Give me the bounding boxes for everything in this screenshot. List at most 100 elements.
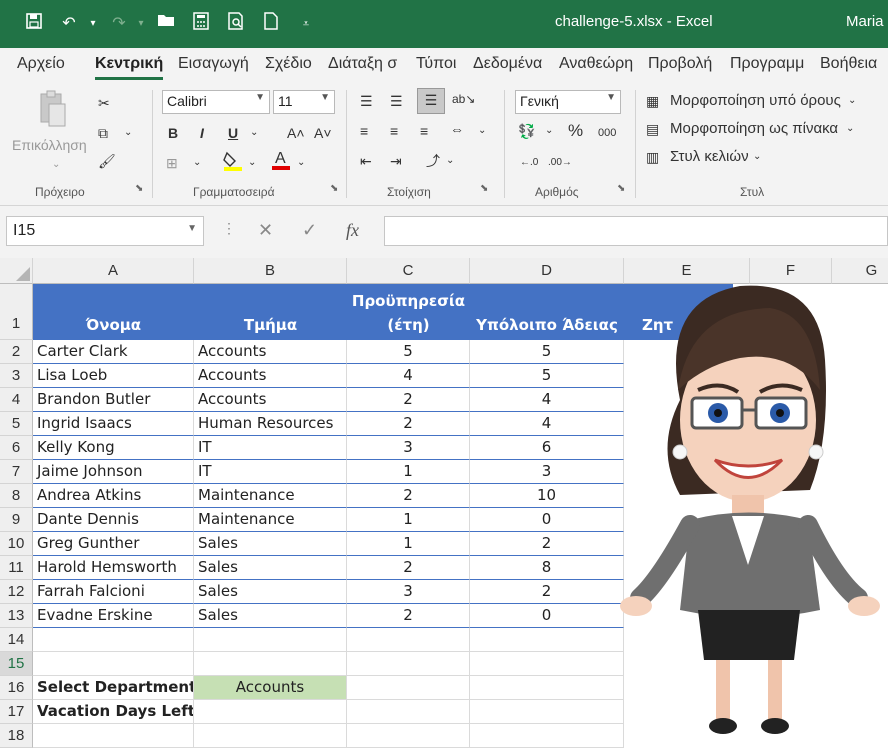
format-as-table-button[interactable]: Μορφοποίηση ως πίνακα [670,118,838,140]
worksheet-grid[interactable]: A B C D E F G 1 2 3 4 5 6 7 8 9 10 11 12… [0,258,888,748]
save-icon[interactable] [23,12,45,36]
table-cell-name[interactable]: Dante Dennis [33,508,194,532]
tab-page-layout[interactable]: Διάταξη σ [328,55,397,73]
name-box[interactable]: I15 ▼ [6,216,204,246]
cell[interactable] [33,628,194,652]
chevron-down-icon[interactable]: ⌄ [848,90,856,112]
orientation-dropdown-icon[interactable]: ⌄ [446,150,454,172]
tab-view[interactable]: Προβολή [648,55,712,73]
insert-function-icon[interactable]: fx [346,220,359,241]
font-launcher-icon[interactable]: ⬊ [330,178,338,200]
table-cell-dept[interactable]: Sales [194,532,347,556]
format-as-table-icon[interactable]: ▤ [646,118,659,140]
cell[interactable] [347,628,470,652]
table-cell-years[interactable]: 2 [347,412,470,436]
cell[interactable] [347,652,470,676]
table-cell-name[interactable]: Farrah Falcioni [33,580,194,604]
table-cell-leave[interactable]: 5 [470,364,624,388]
table-cell-name[interactable]: Greg Gunther [33,532,194,556]
table-cell-dept[interactable]: IT [194,436,347,460]
column-header-d[interactable]: D [470,258,624,284]
select-all-corner[interactable] [0,258,33,284]
cell[interactable] [470,700,624,724]
cell[interactable] [33,724,194,748]
column-header-b[interactable]: B [194,258,347,284]
tab-insert[interactable]: Εισαγωγή [178,55,249,73]
table-cell-leave[interactable]: 0 [470,508,624,532]
table-cell-years[interactable]: 2 [347,388,470,412]
cell[interactable] [194,628,347,652]
cell[interactable] [470,628,624,652]
cell[interactable] [194,724,347,748]
table-cell-name[interactable]: Ingrid Isaacs [33,412,194,436]
fill-color-icon[interactable] [222,150,244,178]
row-header[interactable]: 4 [0,388,33,412]
row-header[interactable]: 10 [0,532,33,556]
cell-styles-button[interactable]: Στυλ κελιών [670,146,749,168]
paste-icon[interactable] [35,90,69,132]
table-cell-years[interactable]: 1 [347,508,470,532]
decrease-font-icon[interactable]: A˅ [314,122,332,144]
table-cell-leave[interactable]: 3 [470,460,624,484]
currency-icon[interactable]: 💱 [518,120,535,142]
paste-label[interactable]: Επικόλληση [12,134,87,156]
row-header[interactable]: 16 [0,676,33,700]
align-center-icon[interactable]: ≡ [390,120,398,142]
table-cell-years[interactable]: 2 [347,604,470,628]
number-format-combo[interactable]: Γενική ▼ [515,90,621,114]
table-cell-name[interactable]: Jaime Johnson [33,460,194,484]
thousands-separator-icon[interactable]: 000 [598,122,616,144]
table-cell-years[interactable]: 2 [347,556,470,580]
decrease-decimal-icon[interactable]: .00→ [548,152,572,174]
table-cell-dept[interactable]: Accounts [194,340,347,364]
table-cell-name[interactable]: Harold Hemsworth [33,556,194,580]
table-cell-years[interactable]: 4 [347,364,470,388]
table-cell-dept[interactable]: Sales [194,556,347,580]
row-header[interactable]: 11 [0,556,33,580]
vacation-days-output[interactable] [194,700,347,724]
table-cell-dept[interactable]: Sales [194,604,347,628]
cell-styles-icon[interactable]: ▥ [646,146,659,168]
cell[interactable] [470,652,624,676]
font-color-icon[interactable]: A [270,148,292,178]
tab-formulas[interactable]: Τύποι [416,55,456,73]
align-left-icon[interactable]: ≡ [360,120,368,142]
tab-help[interactable]: Βοήθεια [820,55,877,73]
table-cell-leave[interactable]: 4 [470,412,624,436]
column-header-c[interactable]: C [347,258,470,284]
undo-dropdown-icon[interactable]: ▾ [82,12,104,36]
align-middle-icon[interactable]: ☰ [390,90,403,112]
cell[interactable] [33,652,194,676]
copy-icon[interactable]: ⧉ [98,122,108,144]
row-header[interactable]: 14 [0,628,33,652]
conditional-format-icon[interactable]: ▦ [646,90,659,112]
undo-icon[interactable]: ↶ [58,12,80,36]
row-header[interactable]: 1 [0,284,33,340]
tab-home[interactable]: Κεντρική [95,55,164,80]
table-cell-dept[interactable]: Sales [194,580,347,604]
tab-review[interactable]: Αναθεώρη [559,55,633,73]
table-cell-name[interactable]: Carter Clark [33,340,194,364]
row-header[interactable]: 12 [0,580,33,604]
row-header[interactable]: 13 [0,604,33,628]
print-preview-icon[interactable] [225,12,247,36]
cell[interactable] [347,724,470,748]
font-size-combo[interactable]: 11 ▼ [273,90,335,114]
merge-dropdown-icon[interactable]: ⌄ [478,120,486,142]
table-cell-leave[interactable]: 2 [470,532,624,556]
chevron-down-icon[interactable]: ⌄ [753,146,761,168]
copy-dropdown-icon[interactable]: ⌄ [124,122,132,144]
orientation-text-icon[interactable]: ⤴ [426,150,440,172]
table-cell-leave[interactable]: 6 [470,436,624,460]
user-name[interactable]: Maria [846,13,884,30]
table-cell-name[interactable]: Brandon Butler [33,388,194,412]
formula-input[interactable] [384,216,888,246]
fill-color-dropdown-icon[interactable]: ⌄ [248,152,256,174]
currency-dropdown-icon[interactable]: ⌄ [545,120,553,142]
table-cell-name[interactable]: Lisa Loeb [33,364,194,388]
italic-icon[interactable]: I [200,122,204,144]
table-cell-name[interactable]: Evadne Erskine [33,604,194,628]
table-cell-leave[interactable]: 8 [470,556,624,580]
table-cell-leave[interactable]: 5 [470,340,624,364]
table-cell-leave[interactable]: 10 [470,484,624,508]
